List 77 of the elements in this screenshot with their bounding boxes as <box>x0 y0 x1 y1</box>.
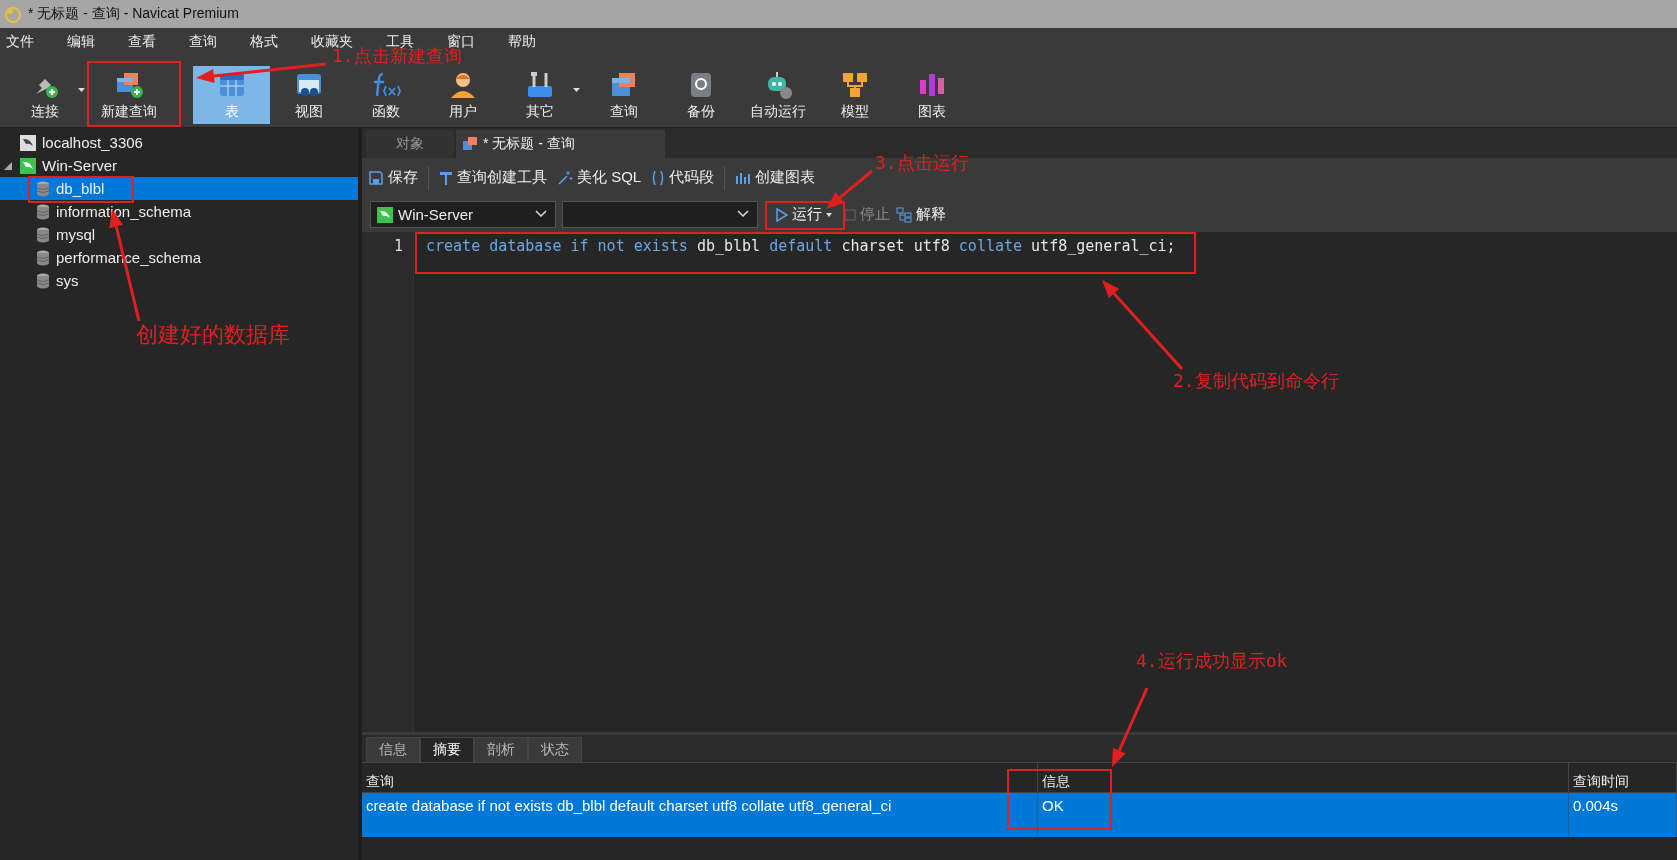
hierarchy-icon <box>896 206 912 223</box>
annotation-arrow <box>826 169 873 209</box>
menu-item[interactable]: 文件 <box>6 33 34 51</box>
query-toolbar-button[interactable]: 创建图表 <box>735 168 816 187</box>
play-icon <box>776 207 788 222</box>
table-cell: OK <box>1038 793 1569 837</box>
tree-item-label: information_schema <box>56 203 192 220</box>
builder-icon <box>439 169 453 186</box>
menu-item[interactable]: 编辑 <box>67 33 95 51</box>
tree-item[interactable]: db_blbl <box>0 177 358 200</box>
annotation-text: 3.点击运行 <box>875 151 969 175</box>
save-icon <box>368 169 384 186</box>
dolphin-icon <box>20 157 36 174</box>
braces-icon <box>651 169 666 186</box>
table-cell: 0.004s <box>1569 793 1677 837</box>
app-logo-icon <box>4 5 22 23</box>
menu-item[interactable]: 帮助 <box>508 33 536 51</box>
toolbar-button[interactable]: 其它 <box>501 66 578 124</box>
toolbar-button[interactable]: 新建查询 <box>90 66 167 124</box>
tree-item-label: sys <box>56 272 79 289</box>
caret-icon <box>826 212 832 217</box>
toolbar-button[interactable]: 查询 <box>585 66 662 124</box>
toolbar-button[interactable]: 函数 <box>347 66 424 124</box>
line-number: 1 <box>392 237 403 257</box>
editor-tab[interactable]: * 无标题 - 查询 <box>456 130 665 158</box>
stop-icon <box>844 208 856 221</box>
tree-item[interactable]: localhost_3306 <box>0 131 358 154</box>
chevron-icon <box>737 210 749 218</box>
query-toolbar-button[interactable]: 美化 SQL <box>557 168 642 187</box>
tree-item[interactable]: Win-Server <box>0 154 358 177</box>
menu-item[interactable]: 查询 <box>189 33 217 51</box>
expanded-icon[interactable] <box>4 161 12 170</box>
dolphin-icon <box>20 134 36 151</box>
database-icon <box>36 249 50 266</box>
result-tab[interactable]: 状态 <box>528 737 582 762</box>
database-icon <box>36 272 50 289</box>
tree-item[interactable]: sys <box>0 269 358 292</box>
tree-item-label: mysql <box>56 226 96 243</box>
database-icon <box>36 180 50 197</box>
query-tab-icon <box>462 136 478 152</box>
result-tab[interactable]: 信息 <box>366 737 420 762</box>
toolbar-button[interactable]: 自动运行 <box>739 66 816 124</box>
code-line: create database if not exists db_blbl default charset utf8 collate utf8_general_ci; <box>426 237 1176 257</box>
query-toolbar-button[interactable]: 查询创建工具 <box>439 168 547 187</box>
tree-item[interactable]: information_schema <box>0 200 358 223</box>
toolbar-button[interactable]: 用户 <box>424 66 501 124</box>
menu-item[interactable]: 查看 <box>128 33 156 51</box>
toolbar-button[interactable]: 图表 <box>893 66 970 124</box>
annotation-text: 4.运行成功显示ok <box>1136 649 1288 673</box>
toolbar-button[interactable]: 模型 <box>816 66 893 124</box>
sparkle-icon <box>557 169 573 186</box>
connection-select[interactable]: Win-Server <box>370 201 556 228</box>
tree-item-label: localhost_3306 <box>42 134 143 151</box>
caret-icon[interactable] <box>573 88 580 92</box>
query-toolbar-button[interactable]: 代码段 <box>651 168 715 187</box>
editor-tab[interactable]: 对象 <box>366 130 454 158</box>
menu-item[interactable]: 格式 <box>250 33 278 51</box>
result-tab[interactable]: 剖析 <box>474 737 528 762</box>
chevron-icon <box>535 210 547 218</box>
toolbar-button[interactable]: 视图 <box>270 66 347 124</box>
dolphin-icon <box>377 206 393 223</box>
explain-button[interactable]: 解释 <box>896 205 946 224</box>
caret-icon[interactable] <box>78 88 85 92</box>
run-button[interactable]: 运行 <box>770 205 838 224</box>
annotation-text: 创建好的数据库 <box>136 321 290 349</box>
result-tab[interactable]: 摘要 <box>420 737 474 762</box>
toolbar-button[interactable]: 连接 <box>6 66 83 124</box>
tree-item-label: db_blbl <box>56 180 105 197</box>
annotation-text: 2.复制代码到命令行 <box>1173 369 1339 393</box>
database-icon <box>36 203 50 220</box>
window-title: * 无标题 - 查询 - Navicat Premium <box>28 5 239 23</box>
database-icon <box>36 226 50 243</box>
tree-item-label: Win-Server <box>42 157 117 174</box>
table-cell: create database if not exists db_blbl default charset utf8 collate utf8_general_ci <box>362 793 1038 837</box>
query-toolbar-button[interactable]: 保存 <box>368 168 418 187</box>
toolbar-button[interactable]: 备份 <box>662 66 739 124</box>
tree-item[interactable]: mysql <box>0 223 358 246</box>
